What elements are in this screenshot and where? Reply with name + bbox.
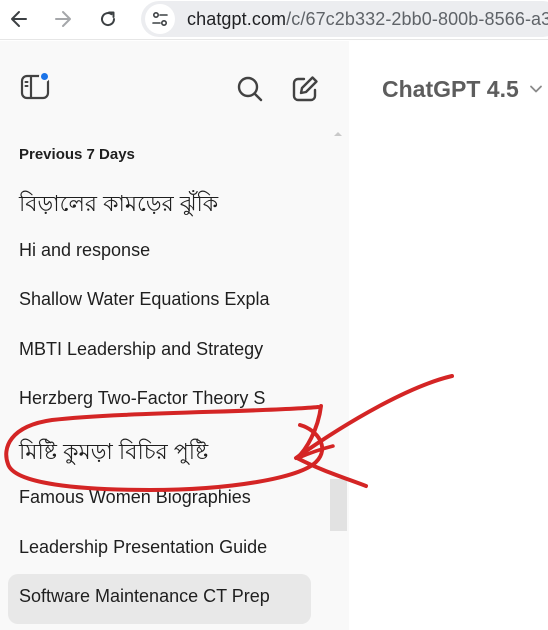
text-fade	[271, 277, 311, 327]
browser-toolbar: chatgpt.com/c/67c2b332-2bb0-800b-8566-a3…	[0, 0, 548, 40]
text-fade	[271, 524, 311, 574]
tune-icon	[152, 11, 168, 27]
chat-item-label: Leadership Presentation Guide	[19, 536, 268, 557]
chat-item-cat-bite-risk[interactable]: বিড়ালের কামড়ের ঝুঁকি	[8, 178, 311, 228]
text-fade	[271, 574, 311, 624]
reload-button[interactable]	[93, 4, 123, 34]
chat-item-label: Shallow Water Equations Expla	[19, 289, 270, 309]
chat-history-list: বিড়ালের কামড়ের ঝুঁকি Hi and response S…	[0, 178, 330, 624]
url-host: chatgpt.com	[187, 9, 287, 29]
sidebar-scrollbar[interactable]	[330, 126, 347, 630]
text-fade	[271, 425, 311, 475]
scroll-up-arrow-icon[interactable]	[334, 132, 342, 136]
chat-item-hi-and-response[interactable]: Hi and response	[8, 227, 311, 277]
reload-icon	[101, 11, 116, 27]
text-fade	[271, 227, 311, 277]
chat-item-label: Hi and response	[19, 239, 151, 260]
notification-dot	[39, 71, 50, 82]
model-selector[interactable]: ChatGPT 4.5	[382, 76, 519, 103]
address-bar[interactable]: chatgpt.com/c/67c2b332-2bb0-800b-8566-a3…	[141, 1, 548, 37]
text-fade	[271, 178, 311, 228]
chat-item-label: Herzberg Two-Factor Theory S	[19, 388, 266, 408]
chat-item-famous-women[interactable]: Famous Women Biographies	[8, 475, 311, 525]
chevron-down-icon[interactable]	[528, 81, 544, 97]
forward-button[interactable]	[48, 4, 78, 34]
url-path: /c/67c2b332-2bb0-800b-8566-a32	[286, 9, 548, 29]
text-fade	[271, 376, 311, 426]
back-button[interactable]	[4, 4, 34, 34]
chat-item-label: Software Maintenance CT Prep	[19, 586, 270, 606]
url-text: chatgpt.com/c/67c2b332-2bb0-800b-8566-a3…	[187, 9, 548, 30]
edit-icon	[292, 76, 318, 102]
search-button[interactable]	[234, 73, 266, 105]
chat-item-label: বিড়ালের কামড়ের ঝুঁকি	[19, 191, 219, 216]
arrow-right-icon	[55, 11, 71, 27]
text-fade	[271, 326, 311, 376]
chat-item-label: মিষ্টি কুমড়া বিচির পুষ্টি	[19, 438, 209, 464]
search-icon	[237, 76, 263, 102]
chat-item-leadership-presentation[interactable]: Leadership Presentation Guide	[8, 524, 311, 574]
section-title-previous-7-days: Previous 7 Days	[19, 146, 135, 163]
sidebar: Previous 7 Days বিড়ালের কামড়ের ঝুঁকি H…	[0, 41, 349, 630]
chat-item-software-maintenance[interactable]: Software Maintenance CT Prep	[8, 574, 311, 624]
chat-item-label: Famous Women Biographies	[19, 487, 251, 507]
chat-item-pumpkin-seed-nutrition[interactable]: মিষ্টি কুমড়া বিচির পুষ্টি	[8, 425, 311, 475]
new-chat-button[interactable]	[289, 73, 321, 105]
site-info-button[interactable]	[145, 4, 175, 34]
chat-item-mbti-leadership[interactable]: MBTI Leadership and Strategy	[8, 326, 311, 376]
chat-item-label: MBTI Leadership and Strategy	[19, 338, 264, 359]
text-fade	[271, 475, 311, 525]
arrow-left-icon	[11, 11, 27, 27]
sidebar-toggle-button[interactable]	[20, 71, 52, 103]
scrollbar-thumb[interactable]	[330, 479, 347, 531]
chat-item-shallow-water[interactable]: Shallow Water Equations Expla	[8, 277, 311, 327]
chat-item-herzberg-theory[interactable]: Herzberg Two-Factor Theory S	[8, 376, 311, 426]
